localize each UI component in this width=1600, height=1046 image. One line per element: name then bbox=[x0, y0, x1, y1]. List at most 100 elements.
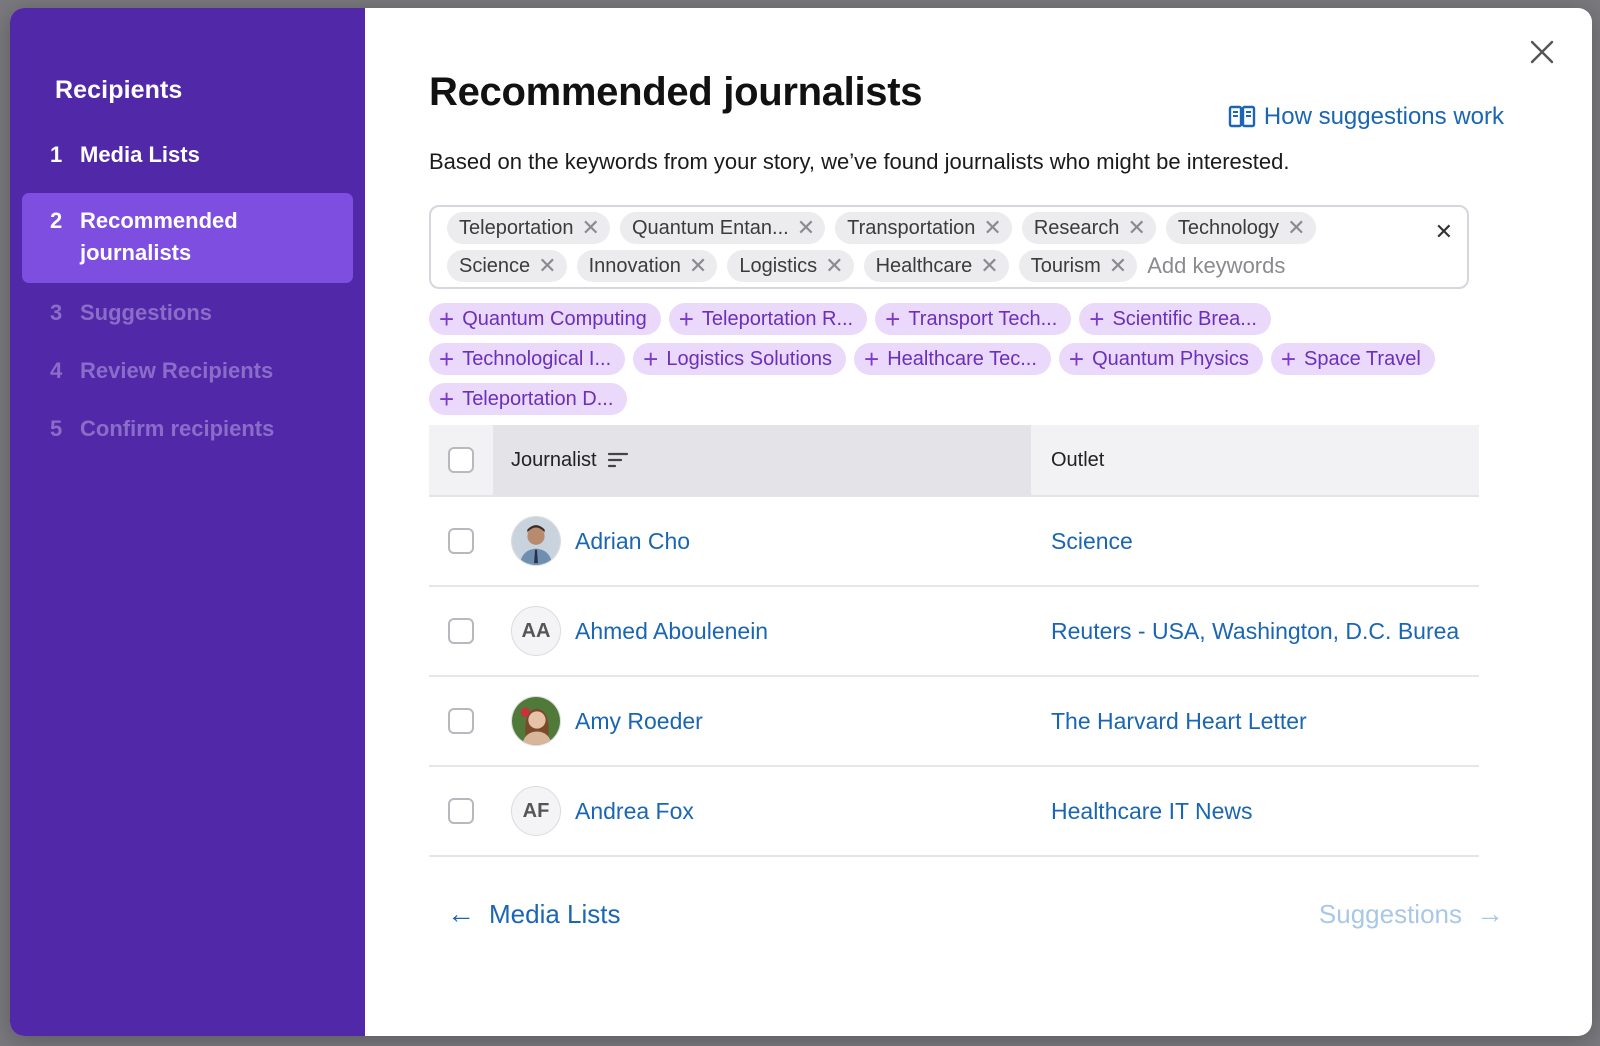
close-button[interactable] bbox=[1526, 36, 1558, 68]
select-all-checkbox[interactable] bbox=[448, 447, 474, 473]
journalist-column-header[interactable]: Journalist bbox=[493, 425, 1031, 495]
journalists-table: Journalist Outlet Adrian Cho Science AA … bbox=[429, 425, 1479, 857]
sort-icon[interactable] bbox=[607, 451, 629, 469]
step-number: 1 bbox=[50, 142, 63, 167]
suggested-keyword-label: Space Travel bbox=[1304, 347, 1421, 370]
plus-icon: + bbox=[439, 384, 455, 414]
step-label: Media Lists bbox=[80, 142, 200, 167]
keywords-field[interactable]: Teleportation ✕ Quantum Entan... ✕ Transpo… bbox=[429, 205, 1469, 289]
remove-keyword-icon[interactable]: ✕ bbox=[538, 255, 556, 277]
outlet-column-label: Outlet bbox=[1051, 448, 1105, 471]
plus-icon: + bbox=[1089, 304, 1105, 334]
remove-keyword-icon[interactable]: ✕ bbox=[983, 217, 1001, 239]
keyword-chip: Transportation ✕ bbox=[835, 212, 1012, 244]
keyword-chip: Innovation ✕ bbox=[576, 250, 718, 282]
step-number: 5 bbox=[50, 416, 63, 441]
outlet-link[interactable]: The Harvard Heart Letter bbox=[1051, 708, 1307, 734]
step-label: Confirm recipients bbox=[80, 416, 275, 441]
avatar bbox=[511, 696, 561, 746]
plus-icon: + bbox=[643, 344, 659, 374]
row-checkbox[interactable] bbox=[448, 708, 474, 734]
suggested-keyword-chip[interactable]: + Technological I... bbox=[429, 343, 626, 375]
keyword-label: Quantum Entan... bbox=[631, 216, 789, 239]
keyword-chip: Research ✕ bbox=[1021, 212, 1156, 244]
row-checkbox[interactable] bbox=[448, 798, 474, 824]
keyword-label: Science bbox=[459, 254, 531, 277]
row-checkbox[interactable] bbox=[448, 618, 474, 644]
remove-keyword-icon[interactable]: ✕ bbox=[1287, 217, 1305, 239]
step-media-lists[interactable]: 1 Media Lists bbox=[22, 139, 353, 197]
journalist-name-link[interactable]: Adrian Cho bbox=[575, 528, 690, 555]
remove-keyword-icon[interactable]: ✕ bbox=[1127, 217, 1145, 239]
recipients-modal: Recipients 1 Media Lists 2 Recommended j… bbox=[10, 8, 1592, 1036]
keyword-chip: Teleportation ✕ bbox=[447, 212, 610, 244]
suggested-keywords: + Quantum Computing + Teleportation R... +… bbox=[429, 303, 1469, 415]
suggested-keyword-chip[interactable]: + Teleportation R... bbox=[668, 303, 868, 335]
close-icon bbox=[1530, 40, 1554, 64]
keyword-chip: Tourism ✕ bbox=[1018, 250, 1138, 282]
outlet-link[interactable]: Science bbox=[1051, 528, 1133, 554]
plus-icon: + bbox=[864, 344, 880, 374]
step-number: 3 bbox=[50, 300, 63, 325]
clear-keywords-icon[interactable]: ✕ bbox=[1435, 219, 1453, 245]
keyword-chip: Science ✕ bbox=[447, 250, 567, 282]
keyword-label: Transportation bbox=[847, 216, 976, 239]
keyword-label: Research bbox=[1033, 216, 1120, 239]
table-header: Journalist Outlet bbox=[429, 425, 1479, 497]
step-confirm-recipients: 5 Confirm recipients bbox=[22, 413, 353, 471]
avatar bbox=[511, 516, 561, 566]
plus-icon: + bbox=[678, 304, 694, 334]
row-checkbox[interactable] bbox=[448, 528, 474, 554]
keyword-label: Logistics bbox=[739, 254, 818, 277]
suggested-keyword-label: Scientific Brea... bbox=[1112, 307, 1257, 330]
remove-keyword-icon[interactable]: ✕ bbox=[980, 255, 998, 277]
sidebar-title: Recipients bbox=[55, 76, 183, 104]
remove-keyword-icon[interactable]: ✕ bbox=[797, 217, 815, 239]
keyword-chip: Quantum Entan... ✕ bbox=[619, 212, 826, 244]
how-link-label: How suggestions work bbox=[1263, 103, 1504, 130]
plus-icon: + bbox=[439, 344, 455, 374]
suggested-keyword-label: Teleportation R... bbox=[701, 307, 854, 330]
step-label: Review Recipients bbox=[80, 358, 274, 383]
avatar-initials: AA bbox=[511, 606, 561, 656]
how-suggestions-work-link[interactable]: How suggestions work bbox=[1228, 103, 1504, 131]
keyword-label: Healthcare bbox=[875, 254, 973, 277]
plus-icon: + bbox=[1280, 344, 1297, 374]
remove-keyword-icon[interactable]: ✕ bbox=[689, 255, 707, 277]
add-keywords-input[interactable] bbox=[1147, 250, 1368, 282]
step-recommended-journalists[interactable]: 2 Recommended journalists bbox=[22, 193, 353, 283]
remove-keyword-icon[interactable]: ✕ bbox=[1109, 255, 1127, 277]
step-number: 2 bbox=[50, 208, 63, 233]
remove-keyword-icon[interactable]: ✕ bbox=[825, 255, 843, 277]
plus-icon: + bbox=[885, 304, 901, 334]
suggested-keyword-label: Healthcare Tec... bbox=[887, 347, 1037, 370]
journalist-column-label: Journalist bbox=[511, 448, 597, 471]
suggested-keyword-chip[interactable]: + Scientific Brea... bbox=[1079, 303, 1271, 335]
outlet-link[interactable]: Reuters - USA, Washington, D.C. Burea bbox=[1051, 618, 1459, 644]
remove-keyword-icon[interactable]: ✕ bbox=[582, 217, 600, 239]
back-button[interactable]: ← Media Lists bbox=[429, 898, 621, 930]
outlet-link[interactable]: Healthcare IT News bbox=[1051, 798, 1253, 824]
suggested-keyword-chip[interactable]: + Transport Tech... bbox=[875, 303, 1072, 335]
plus-icon: + bbox=[439, 304, 455, 334]
suggested-keyword-chip[interactable]: + Teleportation D... bbox=[429, 383, 628, 415]
suggested-keyword-chip[interactable]: + Logistics Solutions bbox=[633, 343, 847, 375]
suggested-keyword-chip[interactable]: + Quantum Physics bbox=[1058, 343, 1263, 375]
outlet-column-header: Outlet bbox=[1031, 425, 1479, 495]
wizard-footer: ← Media Lists Suggestions → bbox=[429, 898, 1504, 930]
keyword-label: Technology bbox=[1177, 216, 1280, 239]
journalist-name-link[interactable]: Amy Roeder bbox=[575, 708, 703, 735]
journalist-name-link[interactable]: Ahmed Aboulenein bbox=[575, 618, 768, 645]
suggested-keyword-chip[interactable]: + Quantum Computing bbox=[429, 303, 661, 335]
journalist-name-link[interactable]: Andrea Fox bbox=[575, 798, 694, 825]
suggested-keyword-chip[interactable]: + Space Travel bbox=[1270, 343, 1435, 375]
next-button-label: Suggestions bbox=[1318, 898, 1462, 929]
main-panel: Recommended journalists How suggestions … bbox=[365, 8, 1592, 1036]
suggested-keyword-chip[interactable]: + Healthcare Tec... bbox=[854, 343, 1051, 375]
arrow-left-icon: ← bbox=[447, 898, 475, 929]
steps-sidebar: Recipients 1 Media Lists 2 Recommended j… bbox=[10, 8, 365, 1036]
suggested-keyword-label: Quantum Computing bbox=[462, 307, 647, 330]
table-row: Amy Roeder The Harvard Heart Letter bbox=[429, 677, 1479, 767]
table-row: Adrian Cho Science bbox=[429, 497, 1479, 587]
keyword-chip: Healthcare ✕ bbox=[863, 250, 1009, 282]
